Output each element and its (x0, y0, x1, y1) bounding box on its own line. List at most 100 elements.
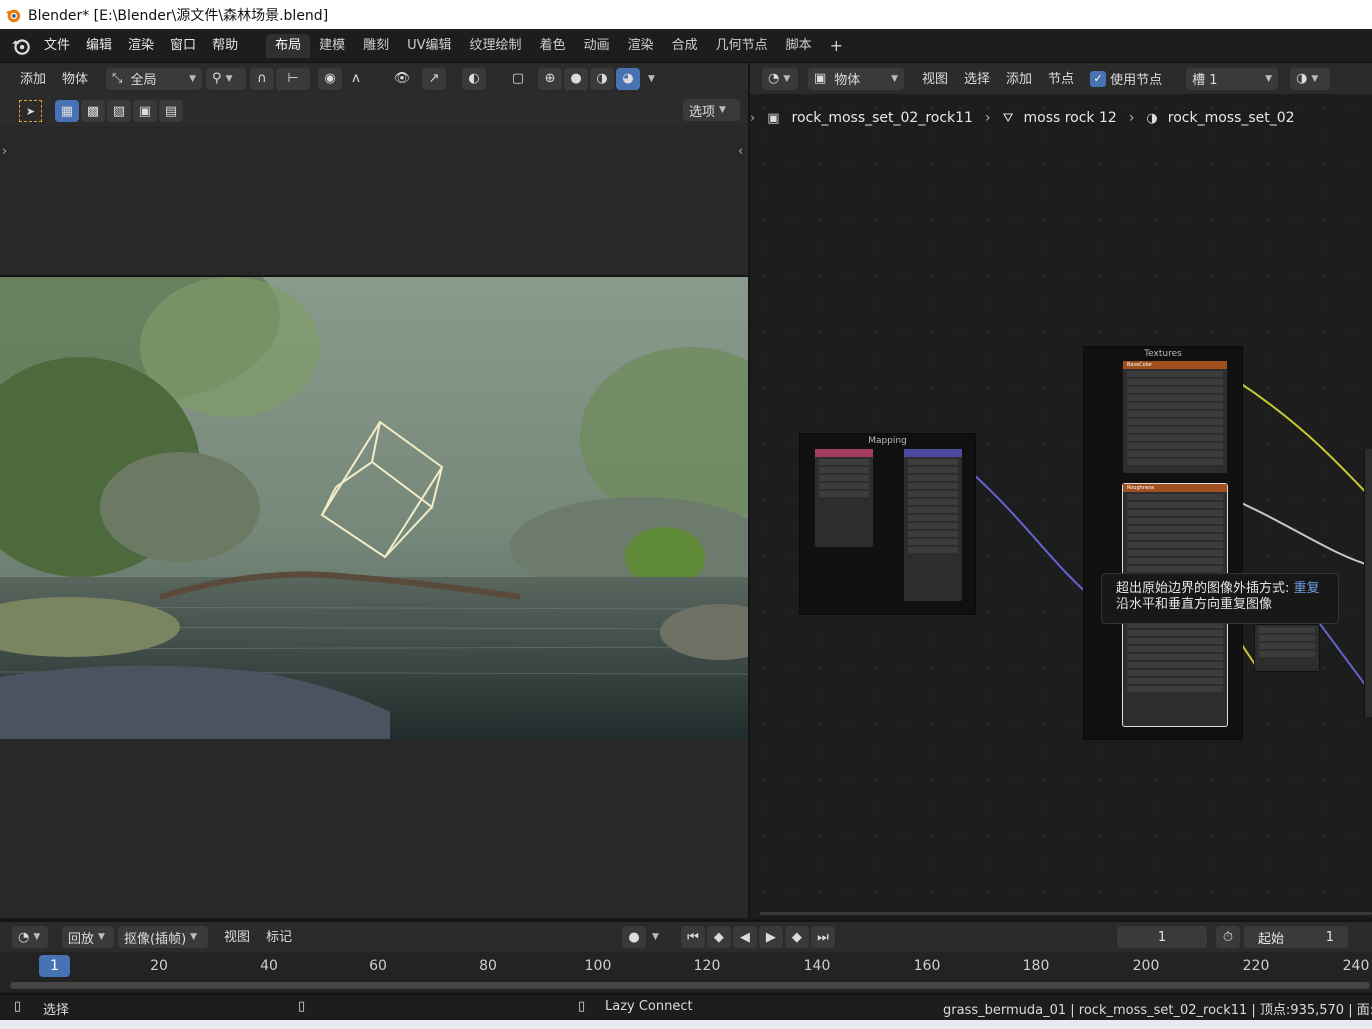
gizmo-toggle[interactable]: ↗ (422, 67, 447, 90)
playhead-frame-indicator[interactable]: 1 (39, 955, 70, 977)
tab-scripting[interactable]: 脚本 (777, 34, 821, 58)
current-frame-field[interactable]: 1 (1117, 926, 1207, 948)
slot-label: 槽 1 (1192, 73, 1218, 88)
use-nodes-checkbox[interactable]: ✓ 使用节点 (1090, 69, 1162, 88)
principled-bsdf-node-edge[interactable] (1364, 449, 1372, 717)
textures-frame[interactable]: Textures BaseColor Roughness (1083, 346, 1243, 740)
pivot-point-dropdown[interactable]: ⚲ ▼ (206, 67, 247, 90)
node-add-menu[interactable]: 添加 (1000, 68, 1038, 90)
viewport-object-menu[interactable]: 物体 (56, 68, 94, 90)
use-nodes-label: 使用节点 (1110, 73, 1163, 88)
texture-coordinate-node[interactable] (814, 448, 874, 548)
frame-tick: 80 (479, 958, 497, 974)
roughness-node-header: Roughness (1123, 484, 1227, 492)
menu-help[interactable]: 帮助 (204, 34, 246, 58)
timeline-scrollbar[interactable] (10, 982, 1370, 989)
checkbox-checked-icon: ✓ (1090, 70, 1107, 87)
node-socket-row (1127, 510, 1223, 516)
select-subtract-mode[interactable]: ▧ (107, 100, 131, 122)
tab-rendering[interactable]: 渲染 (619, 34, 663, 58)
snap-target-dropdown[interactable]: ⊢ (276, 67, 311, 90)
xray-toggle[interactable]: ▢ (506, 68, 530, 90)
shading-options-chevron-icon[interactable]: ▼ (648, 74, 655, 84)
shader-type-dropdown[interactable]: ▣ 物体 ▼ (808, 67, 904, 90)
viewport-options-dropdown[interactable]: 选项 ▼ (683, 99, 740, 121)
timeline-view-menu[interactable]: 视图 (218, 926, 256, 948)
tooltip-description: 沿水平和垂直方向重复图像 (1116, 597, 1273, 612)
timeline-marker-menu[interactable]: 标记 (260, 926, 298, 948)
node-socket-row (1127, 526, 1223, 532)
tab-layout[interactable]: 布局 (266, 33, 311, 58)
select-extend-mode[interactable]: ▩ (81, 100, 105, 122)
auto-keying-toggle[interactable]: ● (622, 926, 646, 948)
visibility-dropdown[interactable]: 👁 (384, 68, 420, 90)
orientation-label: 全局 (130, 73, 157, 88)
math-node[interactable] (1254, 624, 1320, 672)
select-intersect-mode[interactable]: ▤ (159, 100, 183, 122)
mapping-node[interactable] (903, 448, 963, 602)
shading-rendered[interactable]: ◕ (616, 67, 641, 90)
menu-window[interactable]: 窗口 (162, 34, 204, 58)
sidebar-expand-icon[interactable]: ‹ (738, 144, 743, 159)
shading-wireframe[interactable]: ⊕ (538, 67, 563, 90)
window-title: Blender* [E:\Blender\源文件\森林场景.blend] (28, 7, 329, 24)
select-invert-mode[interactable]: ▣ (133, 100, 157, 122)
blender-menu-icon[interactable] (10, 35, 32, 57)
snap-toggle[interactable]: ∩ (250, 67, 275, 90)
start-frame-value: 1 (1325, 929, 1334, 945)
tab-modeling[interactable]: 建模 (310, 34, 354, 58)
node-socket-row (1127, 678, 1223, 684)
play-button[interactable]: ▶ (758, 926, 783, 948)
timeline-ruler[interactable]: 1 20 40 60 80 100 120 140 160 180 200 22… (0, 952, 1372, 980)
tab-compositing[interactable]: 合成 (663, 34, 707, 58)
proportional-edit-toggle[interactable]: ◉ (318, 67, 343, 90)
transform-orientation-dropdown[interactable]: ⤡ 全局 ▼ (106, 67, 203, 90)
timeline-editor-type-dropdown[interactable]: ◔ ▼ (12, 926, 48, 948)
preview-range-toggle[interactable]: ⏱ (1216, 926, 1240, 948)
toolbar-expand-icon[interactable]: › (2, 144, 7, 159)
extension-tooltip: 超出原始边界的图像外插方式: 重复 沿水平和垂直方向重复图像 (1101, 573, 1339, 624)
material-browse-dropdown[interactable]: ◑ ▼ (1290, 67, 1331, 90)
node-socket-row (908, 531, 958, 537)
playback-dropdown[interactable]: 回放 ▼ (62, 926, 114, 948)
tab-texture-paint[interactable]: 纹理绘制 (461, 34, 531, 58)
editor-type-dropdown[interactable]: ◔ ▼ (762, 67, 798, 90)
shading-material[interactable]: ◑ (590, 67, 615, 90)
play-reverse-button[interactable]: ◀ (732, 926, 757, 948)
material-slot-dropdown[interactable]: 槽 1 ▼ (1186, 67, 1279, 90)
jump-start-button[interactable]: ⏮ (680, 926, 705, 948)
viewport-add-menu[interactable]: 添加 (14, 68, 52, 90)
falloff-dropdown[interactable]: ʌ (344, 68, 368, 90)
prev-keyframe-button[interactable]: ◆ (706, 926, 731, 948)
menu-edit[interactable]: 编辑 (78, 34, 120, 58)
overlay-toggle[interactable]: ◐ (462, 67, 487, 90)
tab-uv-editing[interactable]: UV编辑 (398, 34, 460, 58)
node-select-menu[interactable]: 选择 (958, 68, 996, 90)
chevron-down-icon: ▼ (189, 73, 197, 84)
tab-sculpting[interactable]: 雕刻 (354, 34, 398, 58)
basecolor-image-node[interactable]: BaseColor (1122, 360, 1228, 474)
tab-animation[interactable]: 动画 (575, 34, 619, 58)
jump-end-button[interactable]: ⏭ (810, 926, 835, 948)
chevron-down-icon[interactable]: ▼ (652, 932, 659, 942)
select-tool-button[interactable]: ➤ (19, 100, 42, 122)
node-editor-scrollbar[interactable] (760, 912, 1372, 915)
shading-solid[interactable]: ● (564, 67, 589, 90)
start-frame-field[interactable]: 起始 1 (1244, 926, 1348, 948)
menu-file[interactable]: 文件 (36, 34, 78, 58)
tab-shading[interactable]: 着色 (531, 34, 575, 58)
keying-dropdown[interactable]: 抠像(插帧) ▼ (118, 926, 208, 948)
next-keyframe-button[interactable]: ◆ (784, 926, 809, 948)
select-subtract-icon: ▧ (112, 103, 126, 119)
play-icon: ▶ (765, 929, 776, 945)
mapping-frame[interactable]: Mapping (799, 433, 976, 615)
node-node-menu[interactable]: 节点 (1042, 68, 1080, 90)
shader-node-editor[interactable]: › ▣ rock_moss_set_02_rock11 › ⛛ moss roc… (750, 94, 1372, 918)
node-view-menu[interactable]: 视图 (916, 68, 954, 90)
node-socket-row (908, 483, 958, 489)
select-new-mode[interactable]: ▦ (55, 100, 79, 122)
menu-render[interactable]: 渲染 (120, 34, 162, 58)
tab-geometry-nodes[interactable]: 几何节点 (707, 34, 777, 58)
mapping-frame-label: Mapping (868, 436, 907, 446)
add-workspace-button[interactable]: + (821, 34, 852, 58)
